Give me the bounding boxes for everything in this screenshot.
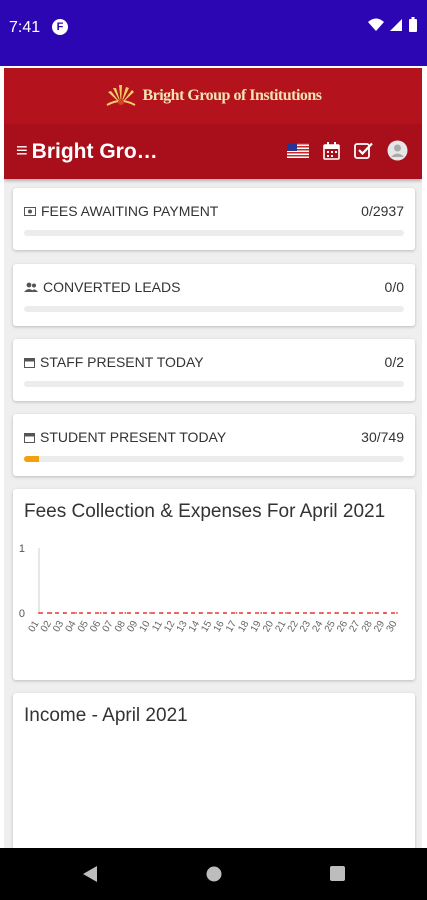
- app-content: Bright Group of Institutions ≡ Bright Gr…: [4, 68, 422, 848]
- battery-icon: [409, 17, 417, 32]
- data-point: [161, 612, 164, 614]
- fees-chart: 0101020304050607080910111213141516171819…: [19, 543, 400, 635]
- brand-banner: Bright Group of Institutions: [4, 68, 422, 124]
- users-icon: [24, 282, 38, 292]
- data-point: [334, 612, 337, 614]
- stat-card-staff[interactable]: STAFF PRESENT TODAY 0/2: [13, 339, 415, 401]
- stat-card-leads[interactable]: CONVERTED LEADS 0/0: [13, 264, 415, 326]
- data-point: [50, 612, 53, 614]
- data-point: [383, 612, 386, 614]
- data-point: [124, 612, 127, 614]
- status-bar: 7:41 F: [0, 0, 427, 66]
- calendar-icon: [24, 432, 35, 443]
- data-point: [210, 612, 213, 614]
- data-point: [247, 612, 250, 614]
- stat-value: 0/0: [384, 279, 404, 295]
- back-icon[interactable]: [82, 865, 98, 883]
- app-toolbar: ≡ Bright Gro…: [4, 124, 422, 179]
- data-point: [186, 612, 189, 614]
- progress-bar: [24, 456, 404, 462]
- progress-bar: [24, 230, 404, 236]
- stat-card-fees[interactable]: FEES AWAITING PAYMENT 0/2937: [13, 188, 415, 250]
- data-point: [260, 612, 263, 614]
- data-point: [136, 612, 139, 614]
- stat-value: 0/2: [384, 354, 404, 370]
- calendar-icon[interactable]: [323, 141, 340, 160]
- data-point: [235, 612, 238, 614]
- toolbar-actions: [287, 140, 408, 161]
- y-tick-label: 0: [19, 608, 25, 620]
- page-title: Bright Gro…: [31, 139, 158, 163]
- stat-label: CONVERTED LEADS: [43, 279, 181, 295]
- stat-label: FEES AWAITING PAYMENT: [41, 203, 219, 219]
- data-point: [309, 612, 312, 614]
- stat-value: 30/749: [361, 429, 404, 445]
- chart-title: Income - April 2021: [24, 705, 188, 726]
- data-point: [359, 612, 361, 614]
- progress-fill: [24, 456, 40, 462]
- stat-card-students[interactable]: STUDENT PRESENT TODAY 30/749: [13, 414, 415, 476]
- recents-icon[interactable]: [330, 866, 345, 881]
- data-point: [62, 612, 65, 614]
- data-point: [371, 612, 374, 614]
- menu-icon[interactable]: ≡: [16, 140, 28, 163]
- status-icons: [368, 17, 417, 32]
- data-point: [198, 612, 201, 614]
- profile-icon[interactable]: [387, 140, 408, 161]
- status-time: 7:41: [9, 19, 41, 36]
- brand-name: Bright Group of Institutions: [142, 87, 322, 104]
- x-tick-label: 30: [385, 619, 400, 635]
- wifi-icon: [368, 18, 384, 31]
- data-point: [297, 612, 300, 614]
- stat-label: STAFF PRESENT TODAY: [40, 354, 204, 370]
- chart-title: Fees Collection & Expenses For April 202…: [24, 501, 386, 522]
- home-icon[interactable]: [206, 866, 222, 882]
- y-tick-label: 1: [19, 543, 25, 555]
- data-point: [322, 612, 324, 614]
- navigation-bar: [0, 848, 427, 900]
- data-point: [173, 612, 176, 614]
- app-notification-icon: F: [52, 19, 68, 35]
- data-point: [38, 612, 40, 614]
- stat-value: 0/2937: [361, 203, 404, 219]
- data-point: [346, 612, 349, 614]
- data-point: [87, 612, 90, 614]
- income-chart-card: Income - April 2021: [13, 693, 415, 848]
- data-point: [149, 612, 152, 614]
- checkbox-icon[interactable]: [354, 142, 373, 159]
- us-flag-icon[interactable]: [287, 143, 309, 158]
- data-point: [223, 612, 226, 614]
- institution-logo-icon: [106, 85, 136, 106]
- fees-chart-card: Fees Collection & Expenses For April 202…: [13, 489, 415, 680]
- progress-bar: [24, 381, 404, 387]
- brand-logo: Bright Group of Institutions: [104, 84, 322, 108]
- signal-icon: [390, 18, 402, 31]
- calendar-icon: [24, 357, 35, 368]
- data-point: [284, 612, 287, 614]
- stat-label: STUDENT PRESENT TODAY: [40, 429, 227, 445]
- data-point: [112, 612, 114, 614]
- money-icon: [24, 206, 36, 216]
- data-point: [99, 612, 102, 614]
- data-point: [396, 612, 398, 614]
- progress-bar: [24, 306, 404, 312]
- data-point: [272, 612, 275, 614]
- data-point: [75, 612, 77, 614]
